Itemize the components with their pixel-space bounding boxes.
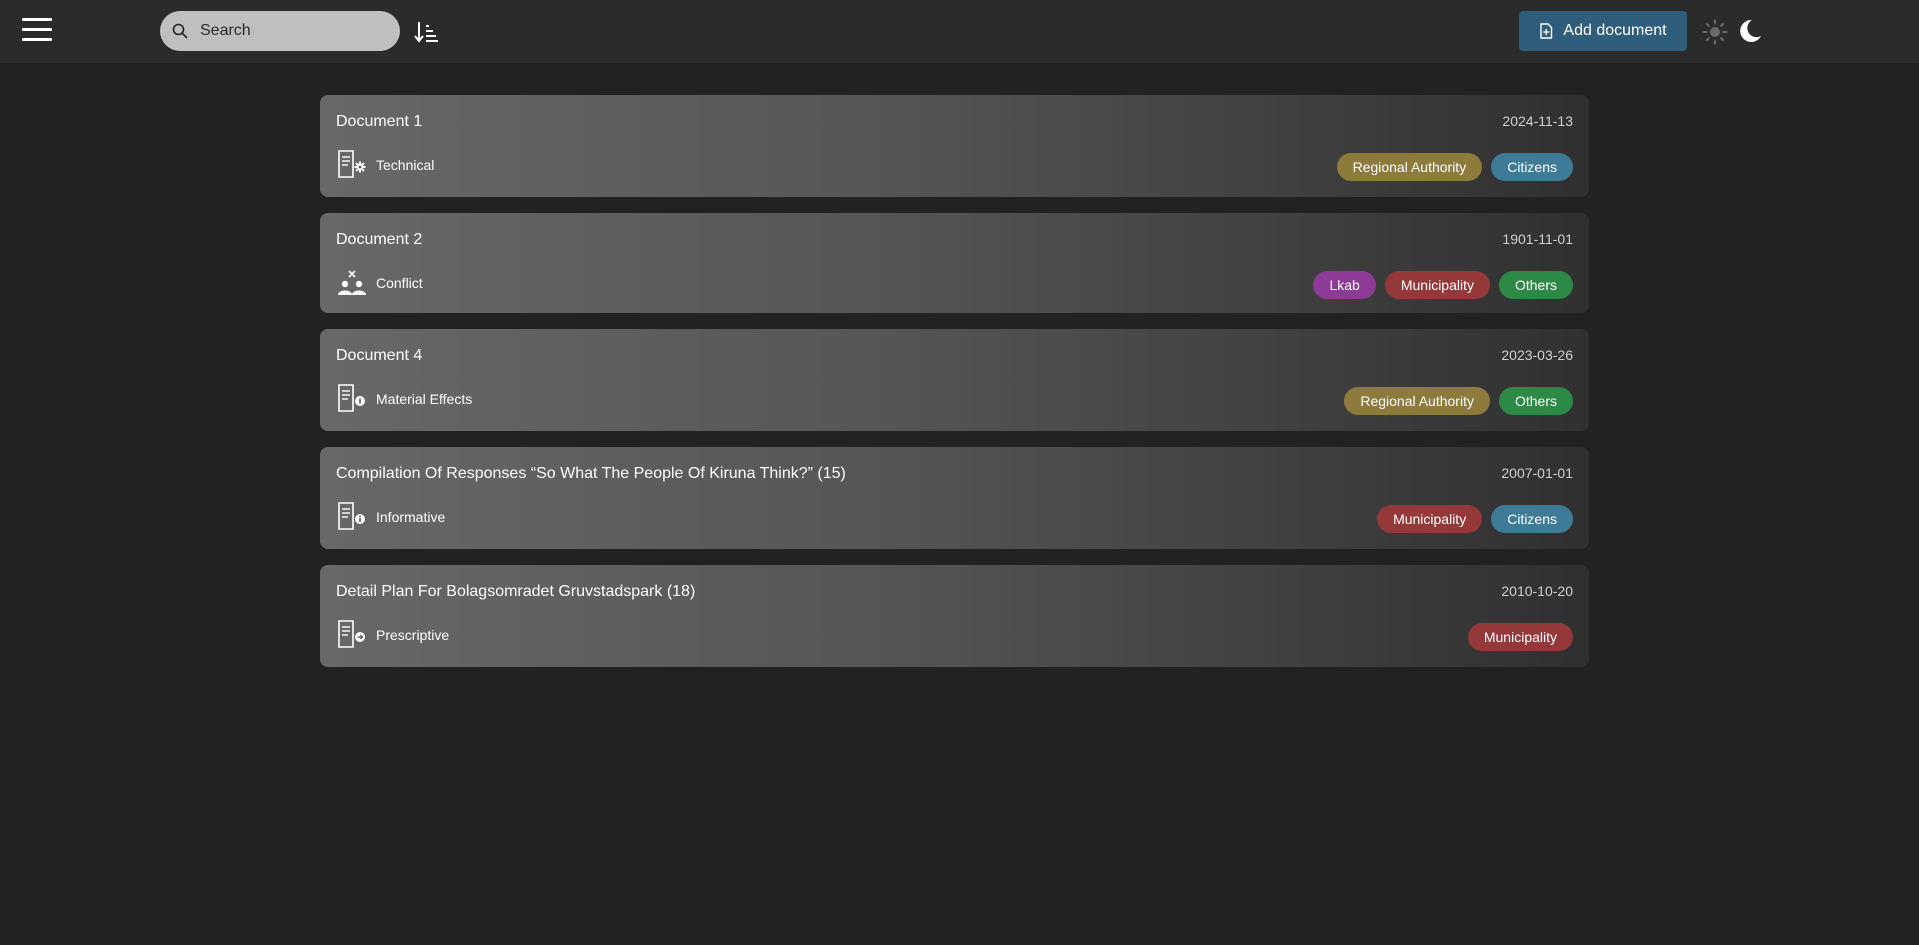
stakeholder-tags: Municipality Citizens xyxy=(1377,505,1573,533)
document-date: 2010-10-20 xyxy=(1501,583,1573,599)
document-type: Conflict xyxy=(336,267,423,299)
document-title: Detail Plan For Bolagsomradet Gruvstadsp… xyxy=(336,583,696,600)
moon-icon[interactable] xyxy=(1735,17,1763,45)
document-title: Document 1 xyxy=(336,113,423,130)
document-card[interactable]: Document 4 2023-03-26 Material Effects Regi… xyxy=(320,329,1589,431)
stakeholder-tags: Regional Authority Others xyxy=(1344,387,1573,415)
stakeholder-badge: Municipality xyxy=(1384,271,1490,299)
stakeholder-badge: Municipality xyxy=(1377,505,1483,533)
document-card[interactable]: Detail Plan For Bolagsomradet Gruvstadsp… xyxy=(320,565,1589,667)
stakeholder-tags: Regional Authority Citizens xyxy=(1336,153,1573,181)
document-type-label: Informative xyxy=(376,509,446,525)
search-icon xyxy=(172,23,188,39)
document-type: Informative xyxy=(336,501,445,533)
menu-icon[interactable] xyxy=(22,18,54,42)
document-date: 1901-11-01 xyxy=(1502,231,1573,247)
stakeholder-badge: Citizens xyxy=(1491,153,1573,181)
add-file-icon xyxy=(1540,23,1553,39)
stakeholder-badge: Regional Authority xyxy=(1336,153,1483,181)
document-type-label: Conflict xyxy=(376,275,423,291)
informative-document-icon xyxy=(338,502,365,530)
document-type: Material Effects xyxy=(336,383,472,415)
technical-document-icon xyxy=(338,150,366,178)
document-title: Compilation Of Responses “So What The Pe… xyxy=(336,465,846,482)
document-title: Document 4 xyxy=(336,347,423,364)
sort-button[interactable] xyxy=(414,20,440,44)
sun-icon[interactable] xyxy=(1702,19,1728,45)
search-box[interactable] xyxy=(160,11,400,51)
search-input[interactable] xyxy=(200,11,390,51)
document-type-label: Prescriptive xyxy=(376,627,450,643)
stakeholder-badge: Municipality xyxy=(1467,623,1573,651)
top-bar: Add document xyxy=(0,0,1919,63)
stakeholder-badge: Others xyxy=(1498,271,1573,299)
document-date: 2007-01-01 xyxy=(1501,465,1573,481)
stakeholder-badge: Citizens xyxy=(1491,505,1573,533)
add-document-label: Add document xyxy=(1563,22,1667,39)
document-type-label: Technical xyxy=(376,157,435,173)
stakeholder-badge: Lkab xyxy=(1313,271,1376,299)
document-date: 2024-11-13 xyxy=(1502,113,1573,129)
sort-descending-icon xyxy=(414,22,438,43)
document-date: 2023-03-26 xyxy=(1501,347,1573,363)
document-list: Document 1 2024-11-13 Technical Regional Au… xyxy=(320,95,1589,683)
document-type: Technical xyxy=(336,149,434,181)
document-card[interactable]: Compilation Of Responses “So What The Pe… xyxy=(320,447,1589,549)
add-document-button[interactable]: Add document xyxy=(1519,11,1687,51)
prescriptive-document-icon xyxy=(338,620,365,648)
document-card[interactable]: Document 1 2024-11-13 Technical Regional Au… xyxy=(320,95,1589,197)
document-type-label: Material Effects xyxy=(376,391,473,407)
stakeholder-tags: Lkab Municipality Others xyxy=(1313,271,1573,299)
document-title: Document 2 xyxy=(336,231,423,248)
conflict-icon xyxy=(338,270,366,295)
stakeholder-badge: Others xyxy=(1498,387,1573,415)
stakeholder-tags: Municipality xyxy=(1467,623,1573,651)
stakeholder-badge: Regional Authority xyxy=(1344,387,1490,415)
material-effects-document-icon xyxy=(338,384,365,412)
document-card[interactable]: Document 2 1901-11-01 Conflict Lkab Municipa… xyxy=(320,213,1589,313)
document-type: Prescriptive xyxy=(336,619,449,651)
